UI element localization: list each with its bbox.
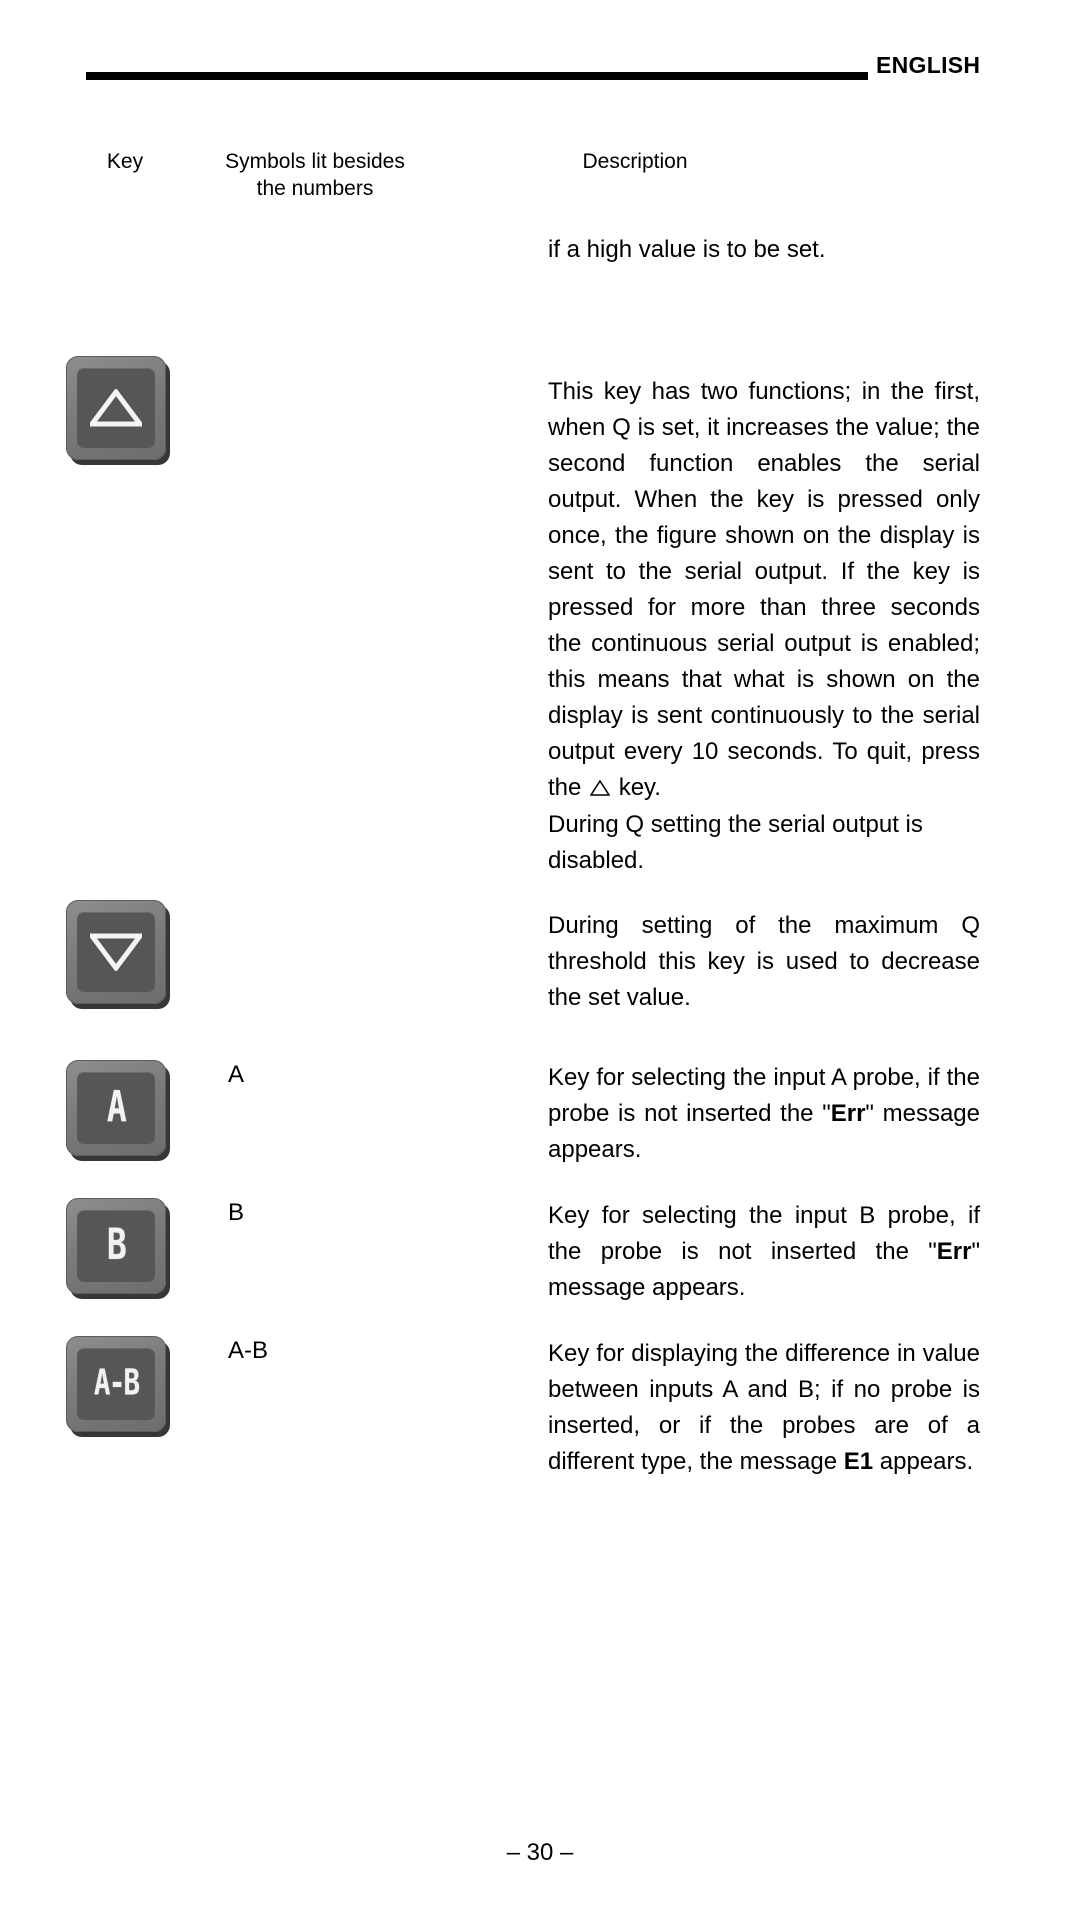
- table-row: B B Key for selecting the input B probe,…: [0, 1186, 1080, 1324]
- row-description: Key for selecting the input B probe, if …: [548, 1198, 980, 1306]
- row-description-code: Err: [936, 1238, 972, 1265]
- a-minus-b-key-face: A-B: [77, 1348, 155, 1420]
- b-key[interactable]: B: [66, 1198, 166, 1294]
- down-triangle-key[interactable]: [66, 900, 166, 1004]
- row-description-code: Err: [830, 1100, 866, 1127]
- row-key-cell: [66, 900, 190, 1004]
- row-key-cell: A-B: [66, 1336, 190, 1432]
- row-key-cell: A: [66, 1060, 190, 1156]
- page-number: – 30 –: [506, 1839, 574, 1866]
- column-heading-symbols: Symbols lit besides the numbers: [200, 148, 430, 202]
- a-minus-b-key[interactable]: A-B: [66, 1336, 166, 1432]
- row-symbol: A-B: [228, 1337, 269, 1364]
- row-key-cell: [66, 356, 190, 460]
- key-description-table: if a high value is to be set. This key h…: [0, 232, 1080, 1514]
- row-description: During setting of the maximum Q threshol…: [548, 912, 980, 1011]
- row-description-post: appears.: [873, 1448, 974, 1475]
- table-row: During setting of the maximum Q threshol…: [0, 876, 1080, 1048]
- page-footer: – 30 –: [0, 1838, 1080, 1868]
- up-triangle-key[interactable]: [66, 356, 166, 460]
- column-heading-symbols-line2: the numbers: [256, 177, 374, 200]
- b-key-glyph: B: [106, 1221, 126, 1270]
- row-description: This key has two functions; in the first…: [548, 374, 980, 879]
- row-description-pre: Key for selecting the input B probe, if …: [548, 1202, 980, 1265]
- up-triangle-icon: [90, 389, 142, 427]
- b-key-face: B: [77, 1210, 155, 1282]
- row-description: Key for displaying the difference in val…: [548, 1336, 980, 1480]
- column-heading-description: Description: [582, 150, 688, 173]
- column-heading-key: Key: [106, 150, 144, 173]
- row-description-secondary: During Q setting the serial output is di…: [548, 811, 923, 874]
- table-row: if a high value is to be set.: [0, 232, 1080, 316]
- row-key-cell: B: [66, 1198, 190, 1294]
- row-description: Key for selecting the input A probe, if …: [548, 1060, 980, 1168]
- row-description-main: This key has two functions; in the first…: [548, 374, 980, 807]
- a-key[interactable]: A: [66, 1060, 166, 1156]
- table-row: This key has two functions; in the first…: [0, 316, 1080, 876]
- up-triangle-key-face: [77, 368, 155, 448]
- a-key-glyph: A: [106, 1083, 126, 1132]
- row-description-part1: This key has two functions; in the first…: [548, 378, 980, 801]
- row-symbol: B: [228, 1199, 245, 1226]
- a-key-face: A: [77, 1072, 155, 1144]
- row-description-part2: key.: [612, 774, 661, 801]
- table-column-headings: Key Symbols lit besides the numbers Desc…: [0, 148, 1080, 208]
- a-minus-b-key-glyph: A-B: [93, 1362, 140, 1405]
- down-triangle-key-face: [77, 912, 155, 992]
- row-description-code: E1: [843, 1448, 874, 1475]
- page-header: ENGLISH: [0, 0, 1080, 96]
- header-rule: [86, 72, 868, 80]
- down-triangle-icon: [90, 933, 142, 971]
- row-symbol: A: [228, 1061, 245, 1088]
- table-row: A-B A-B Key for displaying the differenc…: [0, 1324, 1080, 1514]
- table-row: A A Key for selecting the input A probe,…: [0, 1048, 1080, 1186]
- header-language-label: ENGLISH: [876, 52, 981, 78]
- row-description: if a high value is to be set.: [548, 236, 826, 263]
- inline-up-triangle-icon: [589, 771, 611, 807]
- column-heading-symbols-line1: Symbols lit besides: [225, 150, 405, 173]
